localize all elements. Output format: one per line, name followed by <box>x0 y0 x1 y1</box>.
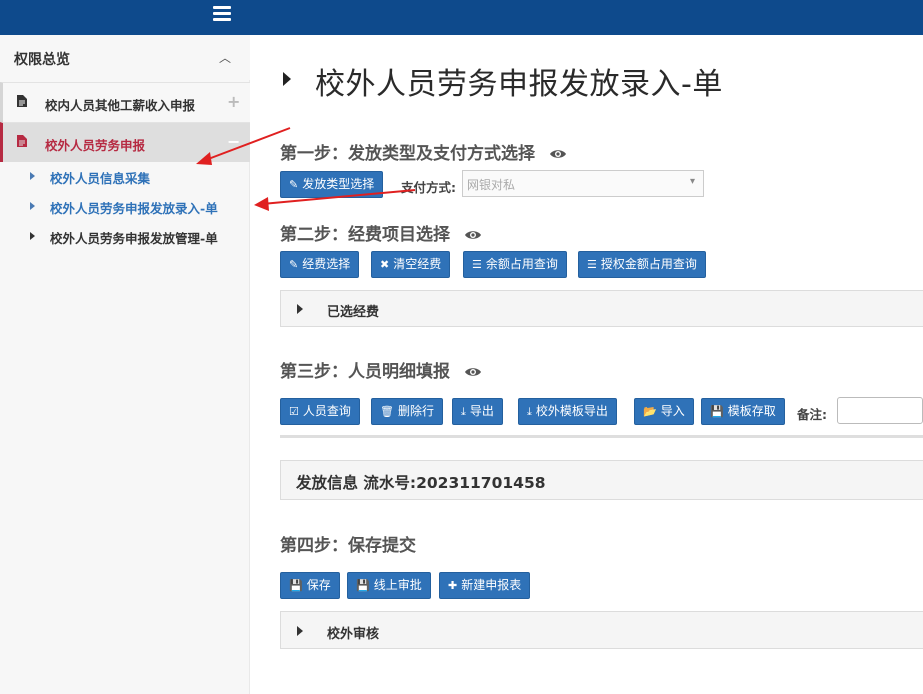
checkbox-icon: ☑ <box>289 405 299 418</box>
caret-right-icon <box>30 172 35 180</box>
sidebar-subitem-entry[interactable]: 校外人员劳务申报发放录入-单 <box>0 191 250 221</box>
sidebar: 权限总览 ︿ 校内人员其他工薪收入申报 + 校外人员劳务申报 − 校外人员信息采… <box>0 35 250 694</box>
file-icon <box>17 95 27 107</box>
export-button[interactable]: ⤓ 导出 <box>452 398 503 425</box>
caret-right-icon <box>283 72 291 86</box>
divider <box>280 435 923 438</box>
issue-serial-label: 发放信息 流水号:202311701458 <box>296 474 546 492</box>
caret-right-icon <box>297 626 303 636</box>
button-label: 经费选择 <box>302 257 351 271</box>
sidebar-item-internal-salary[interactable]: 校内人员其他工薪收入申报 + <box>0 82 250 122</box>
sidebar-title: 权限总览 <box>14 52 70 68</box>
step3-title: 第三步：人员明细填报 <box>280 362 450 382</box>
chevron-down-icon: ▾ <box>689 176 695 187</box>
eye-icon[interactable] <box>464 229 482 241</box>
page-header: 校外人员劳务申报发放录入-单 <box>265 35 923 115</box>
pencil-icon: ✎ <box>289 258 299 271</box>
page-title: 校外人员劳务申报发放录入-单 <box>315 67 723 102</box>
button-label: 发放类型选择 <box>302 177 375 191</box>
list-icon: ☰ <box>587 258 597 271</box>
caret-right-icon <box>297 304 303 314</box>
close-icon: ✖ <box>380 258 390 271</box>
button-label: 清空经费 <box>393 257 442 271</box>
balance-query-button[interactable]: ☰ 余额占用查询 <box>463 251 567 278</box>
button-label: 人员查询 <box>302 404 351 418</box>
button-label: 导出 <box>469 404 494 418</box>
pencil-icon: ✎ <box>289 178 299 191</box>
payment-method-value: 网银对私 <box>467 178 516 192</box>
panel-label: 校外审核 <box>327 627 380 642</box>
button-label: 保存 <box>306 578 331 592</box>
minus-icon[interactable]: − <box>227 132 240 151</box>
fund-select-button[interactable]: ✎ 经费选择 <box>280 251 360 278</box>
sidebar-header[interactable]: 权限总览 ︿ <box>0 35 250 80</box>
folder-open-icon: 📂 <box>643 405 657 418</box>
sidebar-subitem-info-collect[interactable]: 校外人员信息采集 <box>0 161 250 191</box>
step1-title: 第一步：发放类型及支付方式选择 <box>280 144 535 164</box>
save-button[interactable]: 💾 保存 <box>280 572 340 599</box>
external-template-export-button[interactable]: ⤓ 校外模板导出 <box>518 398 617 425</box>
button-label: 导入 <box>660 404 685 418</box>
main-content: 校外人员劳务申报发放录入-单 第一步：发放类型及支付方式选择 ✎ 发放类型选择 支… <box>265 35 923 694</box>
trash-icon: 🗑 <box>380 405 394 418</box>
authorized-amount-query-button[interactable]: ☰ 授权金额占用查询 <box>578 251 706 278</box>
step1-heading: 第一步：发放类型及支付方式选择 <box>280 139 567 164</box>
person-query-button[interactable]: ☑ 人员查询 <box>280 398 360 425</box>
step2-title: 第二步：经费项目选择 <box>280 225 450 245</box>
delete-row-button[interactable]: 🗑 删除行 <box>371 398 443 425</box>
eye-icon[interactable] <box>464 366 482 378</box>
button-label: 删除行 <box>397 404 434 418</box>
button-label: 授权金额占用查询 <box>600 257 697 271</box>
download-icon: ⤓ <box>527 405 532 418</box>
payment-method-label: 支付方式: <box>401 180 456 195</box>
step4-title: 第四步：保存提交 <box>280 536 416 556</box>
sidebar-subitem-manage[interactable]: 校外人员劳务申报发放管理-单 <box>0 221 250 251</box>
download-icon: ⤓ <box>461 405 466 418</box>
external-review-panel[interactable]: 校外审核 <box>280 611 923 649</box>
caret-right-icon <box>30 202 35 210</box>
button-label: 线上审批 <box>373 578 422 592</box>
import-button[interactable]: 📂 导入 <box>634 398 694 425</box>
sidebar-subitem-label: 校外人员信息采集 <box>50 171 151 186</box>
button-label: 模板存取 <box>727 404 776 418</box>
eye-icon[interactable] <box>549 148 567 160</box>
list-icon: ☰ <box>472 258 482 271</box>
chevron-up-icon[interactable]: ︿ <box>219 49 231 66</box>
online-approval-button[interactable]: 💾 线上审批 <box>347 572 431 599</box>
selected-fund-panel[interactable]: 已选经费 <box>280 290 923 327</box>
step2-heading: 第二步：经费项目选择 <box>280 220 482 245</box>
button-label: 校外模板导出 <box>535 404 608 418</box>
hamburger-icon[interactable] <box>213 6 231 22</box>
clear-fund-button[interactable]: ✖ 清空经费 <box>371 251 451 278</box>
file-icon <box>17 135 27 147</box>
plus-icon: ✚ <box>448 579 458 592</box>
top-navbar <box>0 0 923 35</box>
button-label: 新建申报表 <box>461 578 522 592</box>
step3-heading: 第三步：人员明细填报 <box>280 357 482 382</box>
floppy-disk-icon: 💾 <box>289 579 303 592</box>
step4-heading: 第四步：保存提交 <box>280 531 416 556</box>
sidebar-item-label: 校内人员其他工薪收入申报 <box>45 98 196 113</box>
sidebar-item-label: 校外人员劳务申报 <box>45 138 146 153</box>
floppy-disk-icon: 💾 <box>356 579 370 592</box>
payment-type-button[interactable]: ✎ 发放类型选择 <box>280 171 384 198</box>
issue-info-panel: 发放信息 流水号:202311701458 <box>280 460 923 500</box>
caret-right-icon <box>30 232 35 240</box>
button-label: 余额占用查询 <box>485 257 558 271</box>
floppy-disk-icon: 💾 <box>710 405 724 418</box>
remark-label: 备注: <box>797 407 827 422</box>
new-declaration-button[interactable]: ✚ 新建申报表 <box>439 572 531 599</box>
sidebar-item-external-labor[interactable]: 校外人员劳务申报 − <box>0 122 250 162</box>
payment-method-select[interactable]: 网银对私 ▾ <box>462 170 704 197</box>
sidebar-subitem-label: 校外人员劳务申报发放录入-单 <box>50 201 218 216</box>
plus-icon[interactable]: + <box>227 92 240 111</box>
panel-label: 已选经费 <box>327 305 380 320</box>
remark-input[interactable] <box>837 397 923 424</box>
sidebar-subitem-label: 校外人员劳务申报发放管理-单 <box>50 231 218 246</box>
template-save-button[interactable]: 💾 模板存取 <box>701 398 785 425</box>
